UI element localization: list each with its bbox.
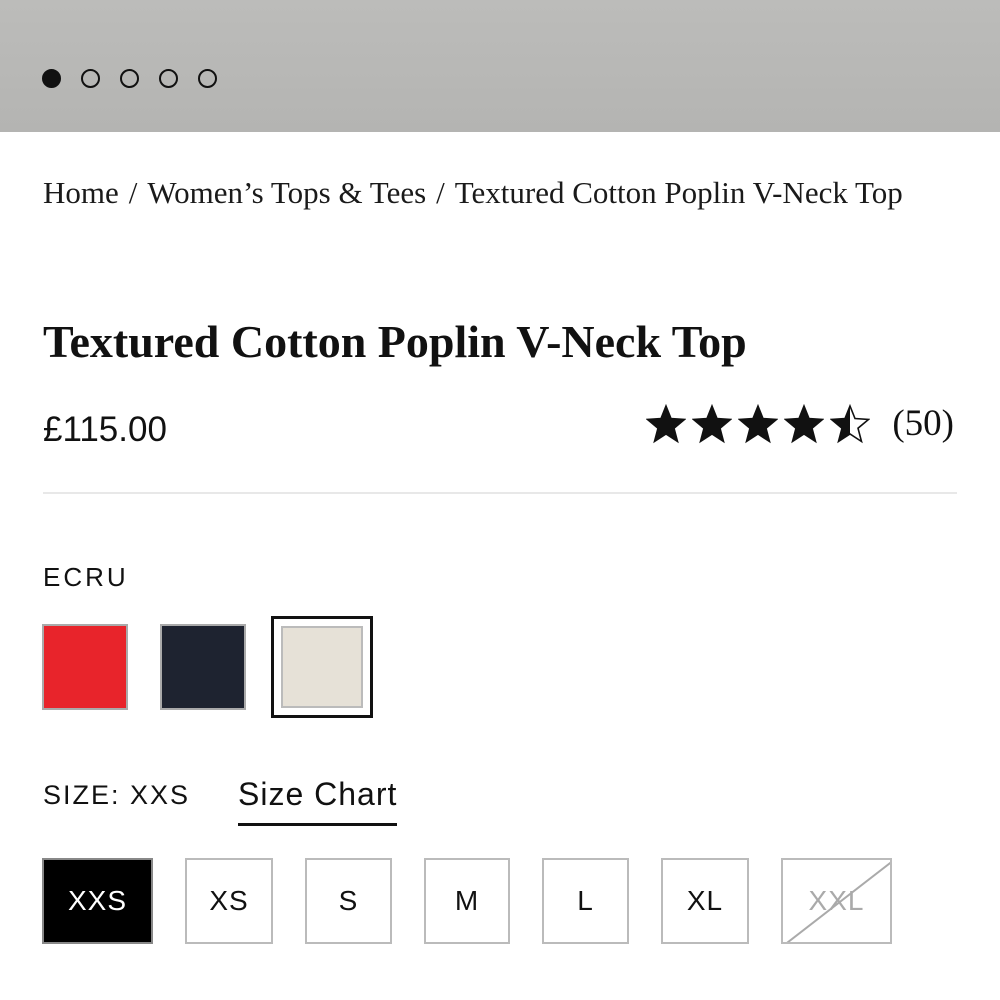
color-swatch-red[interactable]	[42, 624, 128, 710]
product-rating[interactable]: (50)	[646, 402, 954, 446]
product-title: Textured Cotton Poplin V-Neck Top	[43, 316, 747, 367]
size-option-s[interactable]: S	[305, 858, 392, 944]
size-option-xxs[interactable]: XXS	[42, 858, 153, 944]
star-full-icon	[692, 404, 733, 444]
swatch-fill	[42, 624, 128, 710]
star-full-icon	[784, 404, 825, 444]
carousel-dot-1[interactable]	[42, 69, 61, 88]
size-option-m[interactable]: M	[424, 858, 510, 944]
carousel-dots	[42, 69, 217, 88]
carousel-dot-5[interactable]	[198, 69, 217, 88]
star-half-icon	[830, 404, 871, 444]
breadcrumb-separator: /	[128, 175, 138, 210]
size-option-xl[interactable]: XL	[661, 858, 749, 944]
carousel-dot-2[interactable]	[81, 69, 100, 88]
color-swatch-ecru[interactable]	[271, 616, 373, 718]
size-chart-link[interactable]: Size Chart	[238, 776, 398, 826]
product-image-carousel[interactable]	[0, 0, 1000, 132]
breadcrumb-current: Textured Cotton Poplin V-Neck Top	[454, 175, 903, 210]
breadcrumb: Home / Women’s Tops & Tees / Textured Cotton…	[43, 176, 943, 209]
star-full-icon	[646, 404, 687, 444]
divider	[43, 492, 957, 494]
rating-stars	[646, 404, 871, 444]
carousel-dot-4[interactable]	[159, 69, 178, 88]
selected-color-label: ECRU	[43, 562, 129, 592]
carousel-dot-3[interactable]	[120, 69, 139, 88]
swatch-fill	[160, 624, 246, 710]
breadcrumb-home[interactable]: Home	[43, 175, 119, 210]
selected-size-label: SIZE: XXS	[43, 780, 191, 810]
swatch-fill	[281, 626, 363, 708]
product-price: £115.00	[43, 410, 167, 449]
size-option-xxl-unavailable[interactable]: XXL	[781, 858, 892, 944]
review-count[interactable]: (50)	[892, 402, 954, 446]
breadcrumb-category[interactable]: Women’s Tops & Tees	[147, 175, 426, 210]
star-full-icon	[738, 404, 779, 444]
size-option-xs[interactable]: XS	[185, 858, 273, 944]
color-swatch-navy[interactable]	[160, 624, 246, 710]
size-option-l[interactable]: L	[542, 858, 629, 944]
breadcrumb-separator: /	[436, 175, 445, 210]
size-option-label: XXL	[808, 885, 865, 916]
